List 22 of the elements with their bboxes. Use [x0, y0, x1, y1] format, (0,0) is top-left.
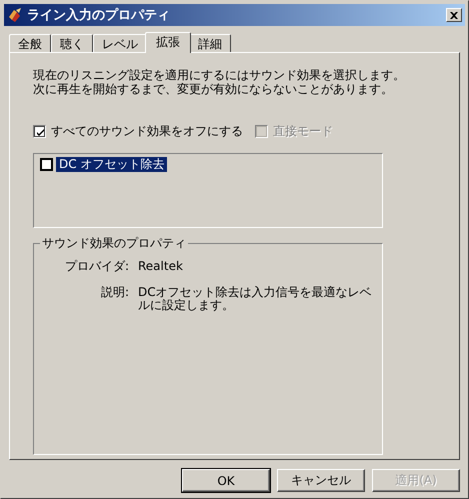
group-title: サウンド効果のプロパティ [40, 236, 188, 250]
dialog-button[interactable]: キャンセル [277, 469, 365, 492]
window-title: ライン入力のプロパティ [27, 6, 171, 24]
tab[interactable]: レベル [93, 34, 147, 52]
tab[interactable]: 聴く [51, 34, 93, 52]
tab[interactable]: 拡張 [145, 32, 191, 53]
property-value: DCオフセット除去は入力信号を最適なレベルに設定します。 [138, 286, 373, 312]
close-icon [450, 12, 458, 18]
property-label: プロバイダ: [64, 260, 129, 273]
description-text: 現在のリスニング設定を適用にするにはサウンド効果を選択します。次に再生を開始するまで、変更が有効にならないことがあります。 [33, 68, 406, 96]
checkbox-label[interactable]: すべてのサウンド効果をオフにする [51, 123, 243, 140]
close-button[interactable] [446, 8, 462, 22]
property-value: Realtek [138, 260, 184, 273]
checkbox[interactable] [40, 158, 53, 171]
effects-list[interactable]: DC オフセット除去 [33, 153, 383, 228]
tab[interactable]: 詳細 [189, 34, 231, 52]
checkmark-icon [36, 128, 45, 137]
dialog-button[interactable]: OK [182, 469, 270, 492]
checkbox[interactable] [33, 125, 46, 138]
tab[interactable]: 全般 [9, 34, 51, 52]
list-item[interactable]: DC オフセット除去 [56, 157, 168, 172]
property-label: 説明: [100, 286, 129, 301]
